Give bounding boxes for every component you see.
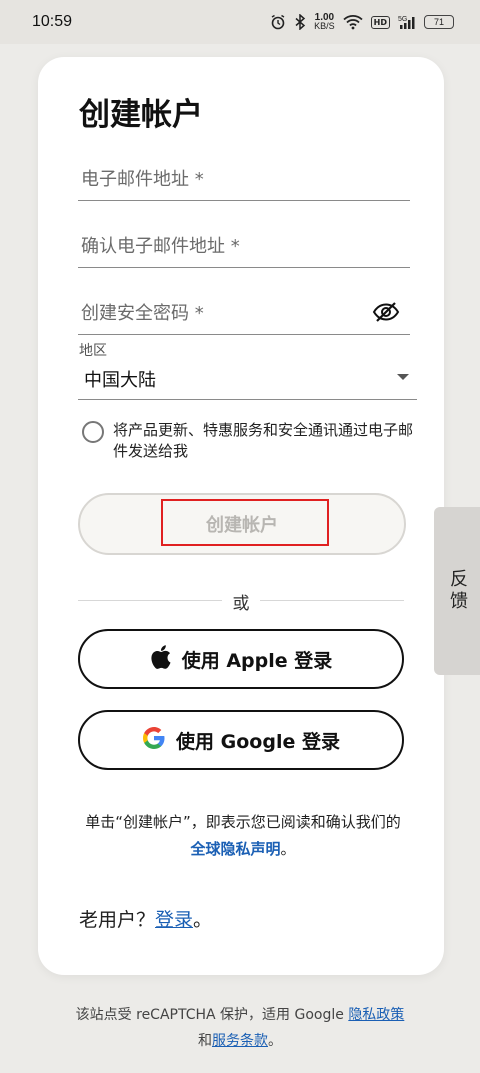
apple-login-button[interactable]: 使用 Apple 登录: [78, 629, 404, 689]
confirm-email-field[interactable]: 确认电子邮件地址 *: [78, 222, 410, 268]
google-login-label: 使用 Google 登录: [176, 730, 340, 753]
consent-text: 将产品更新、特惠服务和安全通讯通过电子邮件发送给我: [113, 421, 414, 460]
status-bar: 10:59 1.00 KB/S HD 5G 71: [0, 0, 480, 44]
email-placeholder: 电子邮件地址 *: [81, 169, 204, 190]
feedback-tab[interactable]: 反馈: [434, 507, 480, 675]
wifi-icon: [343, 14, 363, 30]
or-text: 或: [222, 589, 260, 614]
confirm-email-placeholder: 确认电子邮件地址 *: [81, 236, 240, 257]
password-placeholder: 创建安全密码 *: [81, 303, 204, 324]
svg-text:5G: 5G: [398, 16, 407, 23]
google-login-button[interactable]: 使用 Google 登录: [78, 710, 404, 770]
feedback-label: 反馈: [447, 569, 468, 613]
bluetooth-icon: [294, 14, 306, 30]
apple-login-label: 使用 Apple 登录: [181, 649, 333, 672]
legal-notice: 单击“创建帐户”，即表示您已阅读和确认我们的全球隐私声明。: [85, 813, 401, 858]
existing-user-prompt: 老用户？登录。: [79, 909, 213, 931]
highlight-box: [161, 499, 329, 546]
consent-radio[interactable]: [82, 421, 104, 443]
password-field[interactable]: 创建安全密码 *: [78, 289, 410, 335]
region-label: 地区: [79, 343, 107, 359]
hd-badge: HD: [370, 15, 390, 29]
page-title: 创建帐户: [79, 97, 203, 133]
net-speed: 1.00 KB/S: [314, 12, 335, 31]
google-privacy-link[interactable]: 隐私政策: [348, 1007, 404, 1023]
region-value: 中国大陆: [84, 370, 156, 391]
chevron-down-icon: [397, 374, 409, 380]
apple-icon: [150, 644, 172, 674]
email-field[interactable]: 电子邮件地址 *: [78, 155, 410, 201]
google-icon: [142, 726, 166, 755]
signal-icon: 5G: [398, 14, 416, 30]
region-select[interactable]: 中国大陆: [78, 358, 417, 400]
alarm-icon: [270, 14, 286, 30]
battery-icon: 71: [424, 15, 454, 29]
status-icons: 1.00 KB/S HD 5G 71: [270, 13, 454, 31]
recaptcha-notice: 该站点受 reCAPTCHA 保护，适用 Google 隐私政策 和服务条款。: [75, 1007, 405, 1049]
login-link[interactable]: 登录: [155, 909, 193, 931]
google-terms-link[interactable]: 服务条款: [212, 1033, 268, 1049]
eye-hidden-icon[interactable]: [372, 301, 400, 323]
signup-card: 创建帐户 电子邮件地址 * 确认电子邮件地址 * 创建安全密码 * 地区 中国大…: [38, 57, 444, 975]
privacy-statement-link[interactable]: 全球隐私声明: [190, 840, 280, 858]
status-time: 10:59: [32, 13, 73, 30]
